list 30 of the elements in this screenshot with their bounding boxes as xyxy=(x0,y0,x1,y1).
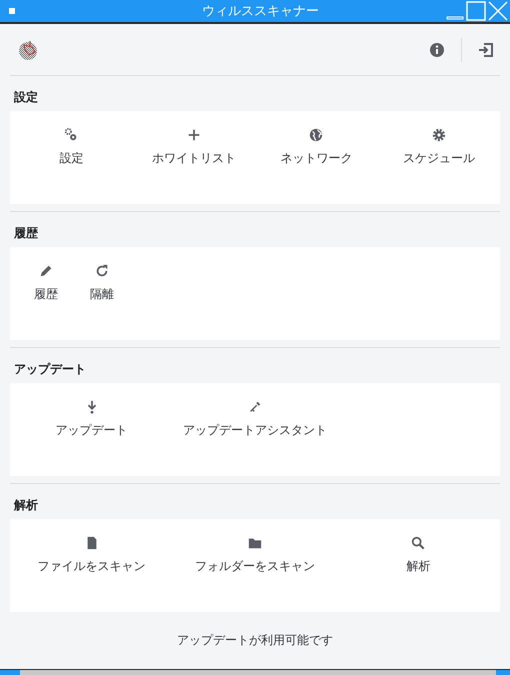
section-title: アップデート xyxy=(13,361,87,378)
window-title: ウィルススキャナー xyxy=(201,3,320,20)
search-icon xyxy=(411,536,426,550)
plus-icon xyxy=(186,128,201,142)
file-icon xyxy=(84,536,99,550)
shortcut-item[interactable]: アップデートアシスタント xyxy=(182,400,327,439)
shortcut-item[interactable]: 履歴 xyxy=(18,264,74,303)
section-title: 解析 xyxy=(12,497,39,514)
shortcut-item[interactable]: アップデート xyxy=(56,400,128,439)
gear-icon xyxy=(432,128,446,142)
shortcut-item[interactable]: ファイルをスキャン xyxy=(38,536,146,575)
shortcut-item[interactable]: 隔離 xyxy=(74,264,130,303)
shortcut-item[interactable]: 設定 xyxy=(59,128,84,167)
shortcut-item[interactable]: ホワイトリスト xyxy=(152,128,236,167)
maximize-icon[interactable] xyxy=(466,1,486,21)
section-title: 設定 xyxy=(12,89,39,106)
shortcut-item[interactable]: フォルダーをスキャン xyxy=(194,536,315,575)
gears-icon xyxy=(64,128,78,142)
globe-icon xyxy=(309,128,324,142)
close-icon[interactable] xyxy=(488,1,508,21)
shortcut-item[interactable]: ネットワーク xyxy=(280,128,352,167)
refresh-icon xyxy=(95,264,109,278)
section-title: 履歴 xyxy=(13,225,39,242)
info-icon xyxy=(429,42,445,58)
folder-icon xyxy=(248,536,262,550)
shortcut-item[interactable]: 解析 xyxy=(406,536,430,575)
status-message: アップデートが利用可能です xyxy=(176,632,334,649)
sign-out-icon xyxy=(478,42,494,58)
pencil-icon xyxy=(39,264,53,278)
shortcut-item[interactable]: スケジュール xyxy=(402,128,475,167)
